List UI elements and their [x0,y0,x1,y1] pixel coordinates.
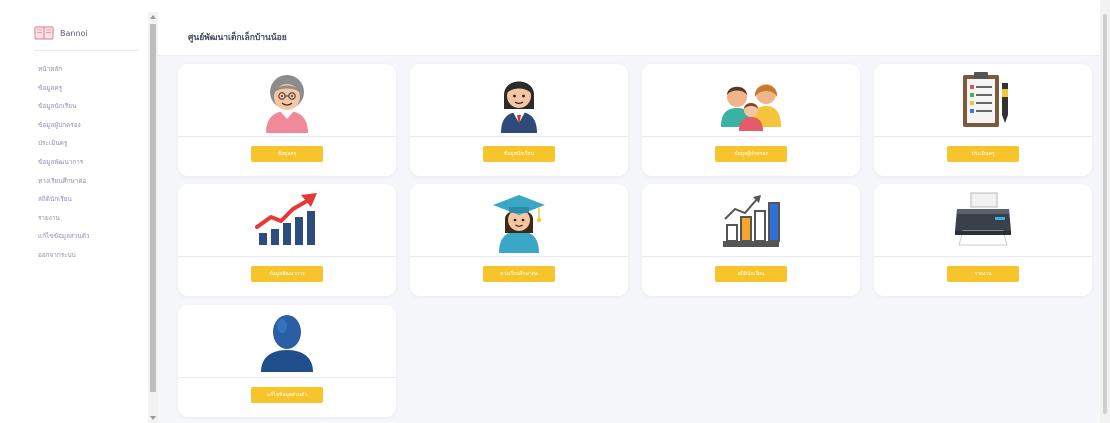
further-study-button[interactable]: ทางเรียนศึกษาต่อ [483,266,555,282]
card-divider [178,256,396,257]
sidebar-item-teacher-evaluation[interactable]: ประเมินครู [38,134,90,153]
card-divider [178,377,396,378]
card-student-info: ข้อมูลนักเรียน [410,64,628,176]
sidebar-item-logout[interactable]: ออกจากระบบ [38,246,90,265]
bar-chart-statistics-icon [723,195,780,247]
teacher-evaluation-button[interactable]: ประเมินครู [947,146,1019,162]
user-profile-icon [261,315,313,372]
card-parent-info: ข้อมูลผู้ปกครอง [642,64,860,176]
sidebar-item-parent-info[interactable]: ข้อมูลผู้ปกครอง [38,116,90,135]
sidebar-item-reports[interactable]: รายงาน [38,209,90,228]
parent-info-button[interactable]: ข้อมูลผู้ปกครอง [715,146,787,162]
sidebar-item-teacher-info[interactable]: ข้อมูลครู [38,79,90,98]
reports-button[interactable]: รายงาน [947,266,1019,282]
development-info-button[interactable]: ข้อมูลพัฒนาการ [251,266,323,282]
card-divider [178,136,396,137]
sidebar-item-further-study[interactable]: ทางเรียนศึกษาต่อ [38,172,90,191]
sidebar-item-edit-profile[interactable]: แก้ไขข้อมูลส่วนตัว [38,227,90,246]
card-development-info: ข้อมูลพัฒนาการ [178,184,396,296]
clipboard-checklist-icon [963,72,1008,127]
card-edit-profile: แก้ไขข้อมูลส่วนตัว [178,305,396,417]
edit-profile-button[interactable]: แก้ไขข้อมูลส่วนตัว [251,387,323,403]
page-scroll-thumb[interactable] [1103,14,1107,414]
sidebar-item-student-statistics[interactable]: สถิตินักเรียน [38,190,90,209]
student-statistics-button[interactable]: สถิตินักเรียน [715,266,787,282]
open-book-icon [34,26,54,40]
graduate-student-icon [493,195,545,253]
student-girl-icon [501,81,537,133]
card-divider [642,256,860,257]
sidebar-item-student-info[interactable]: ข้อมูลนักเรียน [38,97,90,116]
card-student-statistics: สถิตินักเรียน [642,184,860,296]
sidebar-item-home[interactable]: หน้าหลัก [38,60,90,79]
sidebar-divider [34,50,138,51]
teacher-info-button[interactable]: ข้อมูลครู [251,146,323,162]
scroll-down-arrow-icon[interactable] [150,416,156,420]
elderly-woman-teacher-icon [266,75,308,133]
card-divider [874,136,1092,137]
scroll-up-arrow-icon[interactable] [150,15,156,19]
page-scrollbar[interactable] [1100,0,1110,423]
card-divider [642,136,860,137]
card-teacher-info: ข้อมูลครู [178,64,396,176]
app-window: Bannoi หน้าหลัก ข้อมูลครู ข้อมูลนักเรียน… [0,0,1110,423]
page-header: ศูนย์พัฒนาเด็กเล็กบ้านน้อย [158,12,1100,56]
sidebar: Bannoi หน้าหลัก ข้อมูลครู ข้อมูลนักเรียน… [0,0,148,423]
card-further-study: ทางเรียนศึกษาต่อ [410,184,628,296]
sidebar-scrollbar[interactable] [148,12,158,423]
printer-icon [955,192,1011,246]
sidebar-scroll-thumb[interactable] [150,24,156,392]
card-divider [874,256,1092,257]
page-title: ศูนย์พัฒนาเด็กเล็กบ้านน้อย [188,33,287,43]
sidebar-nav: หน้าหลัก ข้อมูลครู ข้อมูลนักเรียน ข้อมูล… [38,60,90,265]
student-info-button[interactable]: ข้อมูลนักเรียน [483,146,555,162]
card-reports: รายงาน [874,184,1092,296]
card-divider [410,136,628,137]
brand[interactable]: Bannoi [34,26,88,40]
main-content: ศูนย์พัฒนาเด็กเล็กบ้านน้อย ข้อมูลครู ข้อ… [158,12,1100,423]
card-teacher-evaluation: ประเมินครู [874,64,1092,176]
sidebar-item-development-info[interactable]: ข้อมูลพัฒนาการ [38,153,90,172]
growth-chart-arrow-icon [255,193,317,245]
card-divider [410,256,628,257]
family-parents-icon [721,84,781,131]
brand-name: Bannoi [60,28,88,38]
